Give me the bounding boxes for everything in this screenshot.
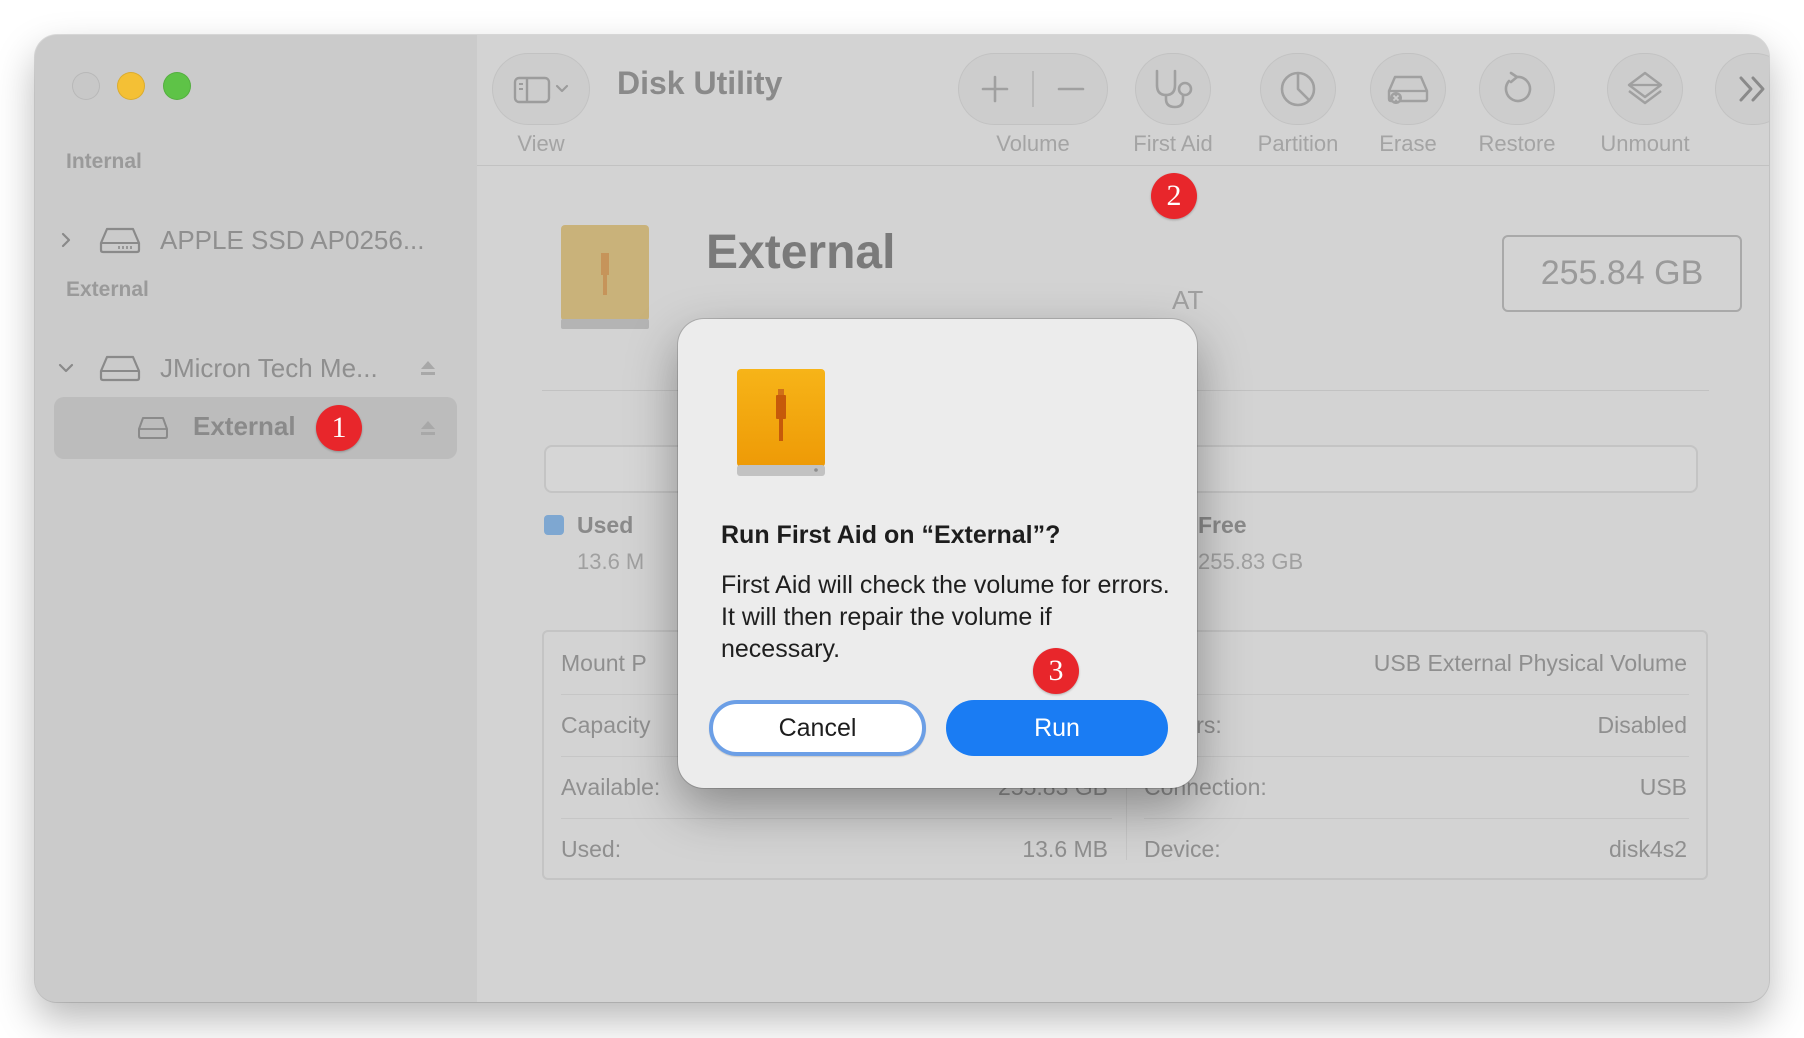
disk-utility-window: Internal APPLE SSD AP0256... External JM… (35, 35, 1769, 1002)
used-legend-label: Used (577, 512, 634, 538)
view-label: View (517, 131, 565, 156)
sidebar-toggle-icon (513, 76, 569, 104)
first-aid-button[interactable] (1135, 53, 1211, 125)
zoom-window-button[interactable] (163, 72, 191, 100)
volume-label: Volume (996, 131, 1070, 156)
erase-button[interactable] (1370, 53, 1446, 125)
info-key: Device: (1144, 836, 1221, 862)
first-aid-label: First Aid (1133, 131, 1213, 156)
app-title: Disk Utility (617, 65, 783, 101)
double-chevron-right-icon (1739, 76, 1765, 102)
sidebar-item-label: JMicron Tech Me... (160, 352, 378, 383)
info-key: Mount P (561, 650, 647, 676)
erase-label: Erase (1379, 131, 1437, 156)
external-disk-icon (737, 369, 825, 476)
sidebar-item-apple-ssd[interactable]: APPLE SSD AP0256... (35, 212, 477, 268)
eject-icon[interactable] (418, 418, 438, 438)
volume-add-remove-group (958, 53, 1108, 125)
info-key: Used: (561, 836, 622, 862)
info-value: 13.6 MB (1022, 836, 1108, 862)
dialog-message: First Aid will check the volume for erro… (721, 571, 1170, 663)
info-key: Capacity (561, 712, 651, 738)
free-legend-value: 255.83 GB (1198, 549, 1304, 574)
run-button[interactable]: Run (946, 700, 1168, 756)
unmount-layers-icon (1627, 71, 1663, 105)
volume-large-icon (561, 225, 649, 329)
cancel-button[interactable]: Cancel (709, 700, 926, 756)
unmount-button[interactable] (1607, 53, 1683, 125)
close-window-button[interactable] (72, 72, 100, 100)
sidebar-item-jmicron[interactable]: JMicron Tech Me... (35, 340, 477, 396)
info-value: USB External Physical Volume (1373, 650, 1687, 676)
view-button[interactable] (492, 53, 590, 125)
internal-drive-icon (99, 227, 141, 254)
step-badge-2: 2 (1151, 173, 1197, 219)
volume-size: 255.84 GB (1502, 235, 1742, 312)
sidebar-section-external: External (66, 278, 149, 301)
restore-arrow-icon (1504, 71, 1532, 103)
partition-button[interactable] (1260, 53, 1336, 125)
more-toolbar-button[interactable] (1715, 53, 1769, 125)
volume-subtitle: AT (1172, 285, 1204, 315)
sidebar: Internal APPLE SSD AP0256... External JM… (35, 35, 477, 1002)
chevron-down-icon[interactable] (57, 359, 75, 377)
eject-icon[interactable] (418, 358, 438, 378)
external-drive-icon (99, 355, 141, 382)
volume-name: External (706, 226, 896, 279)
minimize-window-button[interactable] (117, 72, 145, 100)
erase-drive-icon (1387, 75, 1429, 104)
restore-label: Restore (1478, 131, 1556, 156)
sidebar-item-label: APPLE SSD AP0256... (160, 224, 425, 255)
partition-label: Partition (1257, 131, 1339, 156)
step-badge-3: 3 (1033, 648, 1079, 694)
volume-icon (138, 417, 168, 439)
used-legend-value: 13.6 M (577, 549, 645, 574)
restore-button[interactable] (1479, 53, 1555, 125)
info-value: USB (1639, 774, 1687, 800)
partition-pie-icon (1280, 71, 1316, 107)
sidebar-section-internal: Internal (66, 150, 142, 173)
dialog-title: Run First Aid on “External”? (721, 521, 1061, 549)
first-aid-dialog: Run First Aid on “External”? First Aid w… (678, 319, 1197, 788)
info-value: disk4s2 (1609, 836, 1687, 862)
info-value: Disabled (1597, 712, 1688, 738)
stethoscope-icon (1155, 69, 1193, 109)
sidebar-item-label: External (193, 411, 296, 441)
free-legend-label: Free (1198, 512, 1247, 538)
plus-icon[interactable] (981, 75, 1009, 103)
chevron-right-icon[interactable] (57, 231, 75, 249)
info-key: Available: (561, 774, 661, 800)
used-legend-dot (544, 515, 564, 535)
step-badge-1: 1 (316, 405, 362, 451)
toolbar-divider (477, 165, 1769, 166)
unmount-label: Unmount (1600, 131, 1690, 156)
